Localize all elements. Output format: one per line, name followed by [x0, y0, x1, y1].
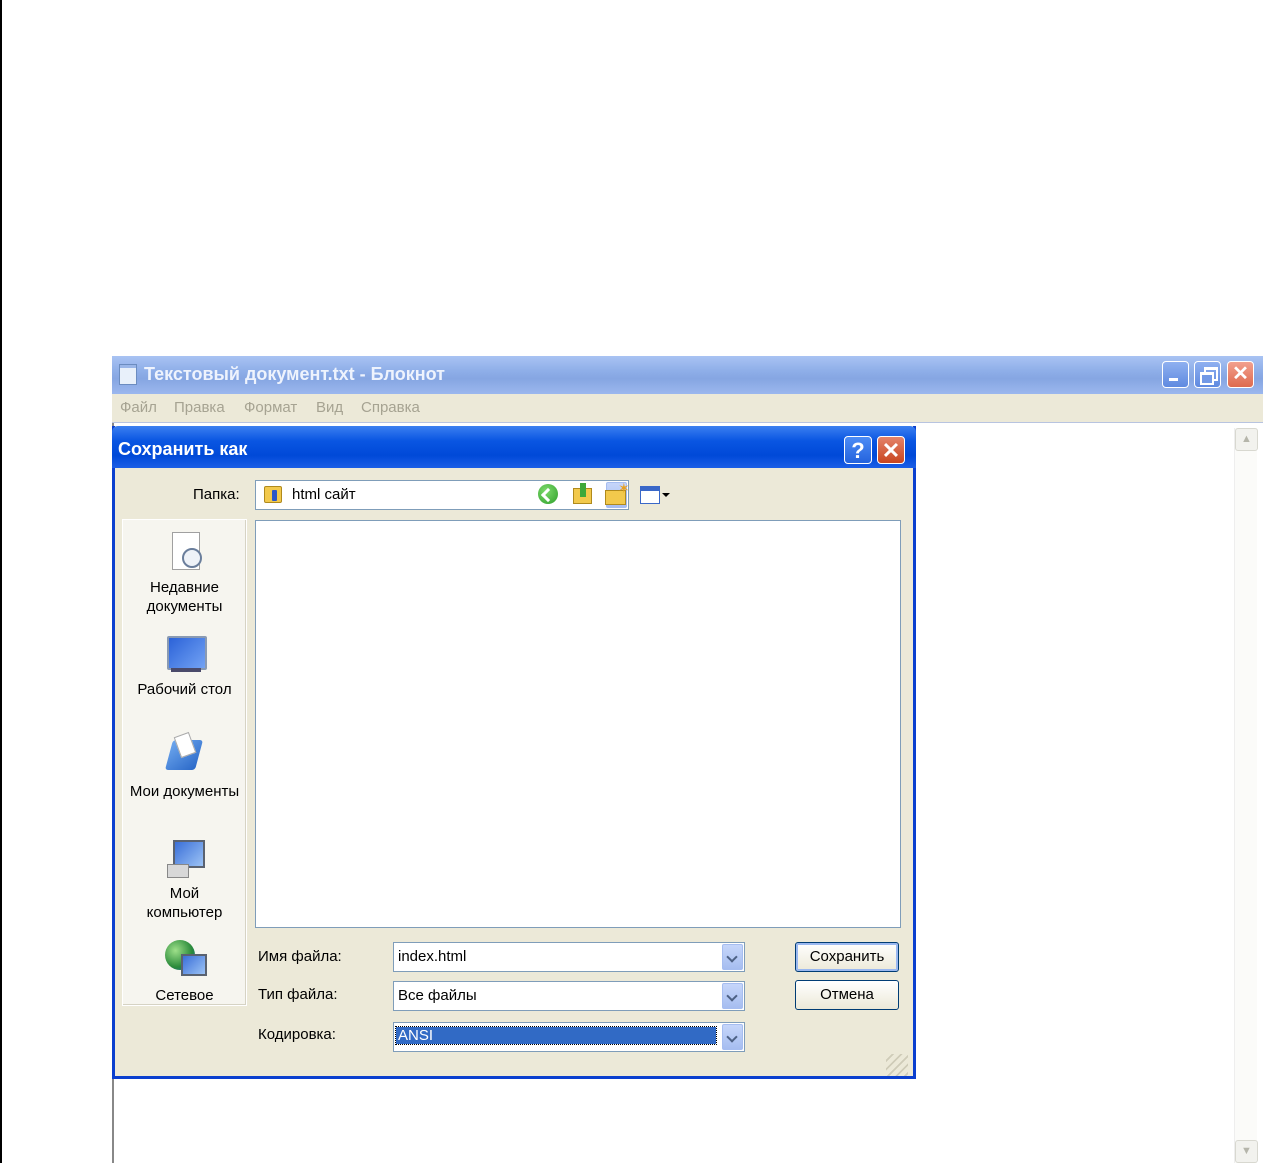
cancel-button[interactable]: Отмена — [795, 980, 899, 1010]
look-in-label: ППапка: — [193, 486, 240, 503]
dialog-titlebar[interactable]: Сохранить как ? ✕ — [112, 426, 916, 468]
scroll-down-icon[interactable]: ▼ — [1235, 1140, 1258, 1163]
up-folder-icon[interactable] — [570, 482, 594, 506]
filetype-value: Все файлы — [398, 987, 477, 1004]
menu-help[interactable]: Справка — [361, 399, 420, 416]
filetype-select[interactable]: Все файлы — [393, 981, 745, 1011]
vertical-scrollbar[interactable]: ▲ ▼ — [1234, 428, 1258, 1163]
desktop-icon — [163, 632, 207, 676]
page-left-border — [0, 0, 2, 1163]
save-button[interactable]: Сохранить — [795, 942, 899, 972]
place-my-documents[interactable]: Мои документы — [123, 734, 246, 801]
notepad-close-button[interactable]: ✕ — [1227, 361, 1254, 388]
encoding-selected-text: ANSI — [395, 1026, 717, 1045]
dialog-title: Сохранить как — [118, 439, 248, 459]
place-label: Недавние — [150, 579, 219, 596]
file-list[interactable] — [255, 520, 901, 928]
place-label: компьютер — [146, 904, 223, 921]
place-desktop[interactable]: Рабочий стол — [123, 632, 246, 699]
place-label: Мои документы — [129, 783, 240, 800]
resize-grip-icon[interactable] — [886, 1054, 908, 1076]
encoding-select[interactable]: ANSI — [393, 1022, 745, 1052]
notepad-title: Текстовый документ.txt - Блокнот — [144, 364, 445, 384]
encoding-label: Кодировка: — [258, 1026, 336, 1043]
restore-button[interactable] — [1194, 361, 1221, 388]
filename-input[interactable]: index.html — [393, 942, 745, 972]
menu-file[interactable]: Файл — [120, 399, 157, 416]
folder-icon — [264, 486, 282, 503]
notepad-titlebar[interactable]: Текстовый документ.txt - Блокнот ✕ — [112, 356, 1263, 394]
menu-edit[interactable]: Правка — [174, 399, 225, 416]
place-label: Рабочий стол — [137, 681, 232, 698]
my-computer-icon — [163, 836, 207, 880]
scroll-up-icon[interactable]: ▲ — [1235, 428, 1258, 451]
chevron-down-icon[interactable] — [722, 1024, 743, 1050]
encoding-value: ANSI — [395, 1026, 717, 1045]
chevron-down-icon[interactable] — [722, 983, 743, 1009]
chevron-down-icon[interactable] — [722, 944, 743, 970]
view-menu-icon[interactable] — [638, 482, 674, 506]
filetype-label: Тип файла: — [258, 986, 338, 1003]
place-label: Мой — [169, 885, 200, 902]
dialog-close-button[interactable]: ✕ — [877, 436, 905, 464]
recent-documents-icon — [163, 530, 207, 574]
place-my-computer[interactable]: Мой компьютер — [123, 836, 246, 922]
notepad-menubar: Файл Правка Формат Вид Справка — [112, 394, 1263, 423]
look-in-label-text: Папка: — [193, 486, 240, 503]
minimize-button[interactable] — [1162, 361, 1189, 388]
filename-label: Имя файла: — [258, 948, 342, 965]
my-documents-icon — [163, 734, 207, 778]
place-network[interactable]: Сетевое — [123, 938, 246, 1005]
new-folder-icon[interactable] — [604, 480, 630, 506]
menu-view[interactable]: Вид — [316, 399, 343, 416]
notepad-icon — [119, 364, 137, 385]
network-icon — [163, 938, 207, 982]
close-icon: ✕ — [1232, 363, 1249, 385]
back-icon[interactable] — [536, 482, 560, 506]
place-label: документы — [146, 598, 223, 615]
place-recent-documents[interactable]: Недавние документы — [123, 530, 246, 616]
place-label: Сетевое — [155, 987, 214, 1004]
menu-format[interactable]: Формат — [244, 399, 297, 416]
look-in-value: html сайт — [292, 486, 356, 503]
places-bar: Недавние документы Рабочий стол Мои доку… — [122, 519, 247, 1006]
filename-value: index.html — [398, 948, 467, 965]
help-button[interactable]: ? — [844, 436, 872, 464]
